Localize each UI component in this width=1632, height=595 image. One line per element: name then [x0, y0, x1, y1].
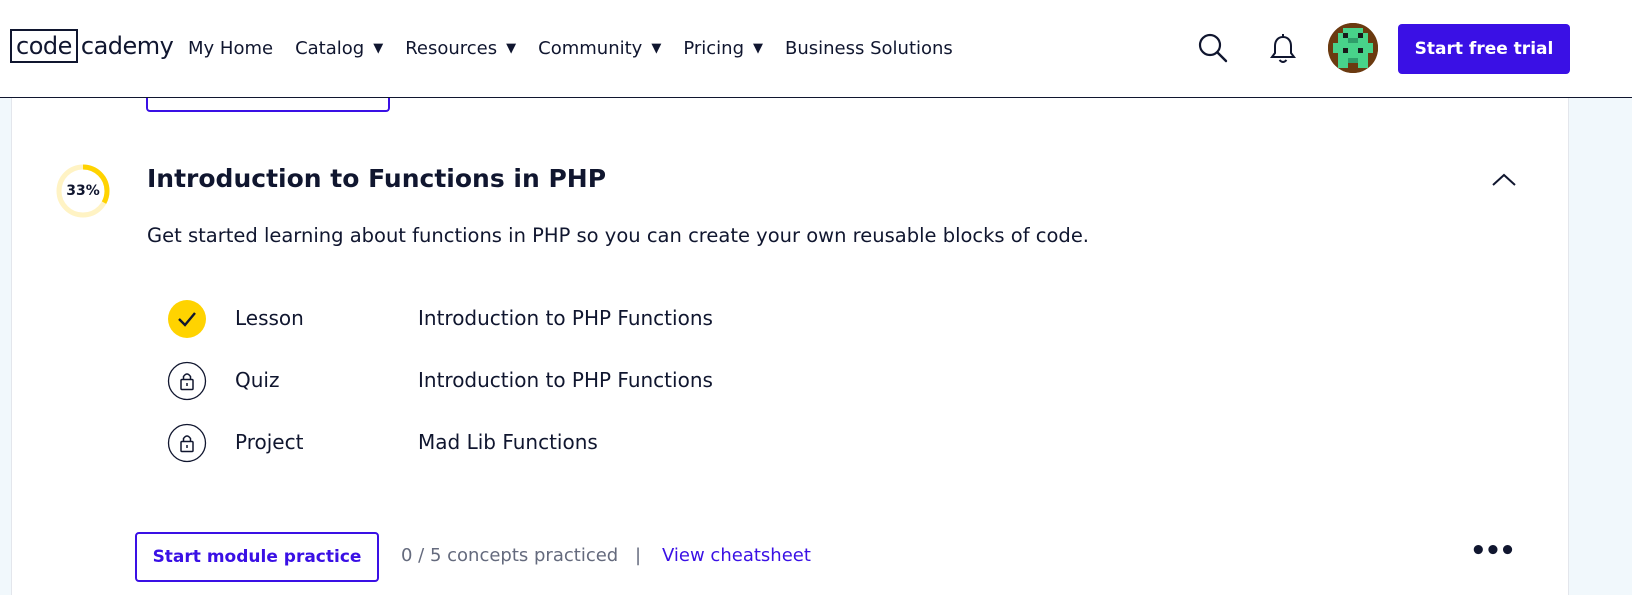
lock-icon: [167, 361, 207, 401]
nav-business-solutions-label: Business Solutions: [785, 37, 953, 59]
start-free-trial-button[interactable]: Start free trial: [1398, 24, 1570, 74]
nav-pricing-label: Pricing: [683, 37, 744, 59]
start-module-practice-button[interactable]: Start module practice: [135, 532, 379, 582]
nav-business-solutions[interactable]: Business Solutions: [785, 38, 953, 59]
nav-catalog-label: Catalog: [295, 37, 365, 59]
module-card: 33% Introduction to Functions in PHP Get…: [11, 92, 1569, 595]
more-options-button[interactable]: •••: [1470, 538, 1516, 568]
user-avatar[interactable]: [1328, 23, 1378, 73]
module-item-project[interactable]: Project Mad Lib Functions: [167, 421, 867, 465]
stats-divider: |: [635, 545, 642, 566]
concepts-practiced-count: 0 / 5 concepts practiced: [401, 545, 619, 566]
main-nav: My Home Catalog ▼ Resources ▼ Community …: [188, 34, 975, 62]
more-options-icon: •••: [1470, 536, 1516, 566]
caret-down-icon: ▼: [753, 40, 763, 56]
logo-cademy-text: cademy: [80, 32, 174, 60]
module-item-quiz[interactable]: Quiz Introduction to PHP Functions: [167, 359, 867, 403]
completed-check-icon: [168, 300, 206, 338]
item-name: Introduction to PHP Functions: [418, 306, 713, 330]
item-name: Introduction to PHP Functions: [418, 368, 713, 392]
search-icon: [1198, 33, 1228, 63]
caret-down-icon: ▼: [651, 40, 662, 56]
module-item-lesson[interactable]: Lesson Introduction to PHP Functions: [167, 297, 867, 341]
nav-pricing[interactable]: Pricing ▼: [683, 38, 763, 59]
collapse-module-button[interactable]: [1489, 168, 1519, 192]
bell-icon: [1270, 34, 1296, 63]
codecademy-logo[interactable]: code cademy: [10, 28, 174, 64]
nav-my-home[interactable]: My Home: [188, 38, 273, 59]
item-type: Quiz: [235, 368, 280, 392]
nav-resources[interactable]: Resources ▼: [405, 38, 516, 59]
logo-code-box: code: [10, 29, 78, 63]
chevron-up-icon: [1492, 173, 1516, 186]
nav-community-label: Community: [538, 37, 643, 59]
item-type: Lesson: [235, 306, 304, 330]
caret-down-icon: ▼: [373, 40, 384, 56]
nav-resources-label: Resources: [405, 37, 498, 59]
module-title: Introduction to Functions in PHP: [147, 164, 607, 193]
nav-community[interactable]: Community ▼: [538, 38, 661, 59]
nav-catalog[interactable]: Catalog ▼: [295, 38, 383, 59]
top-navigation-bar: code cademy My Home Catalog ▼ Resources …: [0, 0, 1632, 98]
notifications-button[interactable]: [1268, 33, 1298, 65]
progress-percent: 33%: [66, 183, 100, 199]
search-button[interactable]: [1197, 32, 1229, 64]
pixel-avatar-icon: [1328, 23, 1378, 73]
lock-icon: [167, 423, 207, 463]
view-cheatsheet-link[interactable]: View cheatsheet: [662, 545, 811, 566]
caret-down-icon: ▼: [506, 40, 517, 56]
module-description: Get started learning about functions in …: [147, 224, 1090, 247]
item-name: Mad Lib Functions: [418, 430, 598, 454]
item-type: Project: [235, 430, 304, 454]
nav-my-home-label: My Home: [188, 37, 274, 59]
